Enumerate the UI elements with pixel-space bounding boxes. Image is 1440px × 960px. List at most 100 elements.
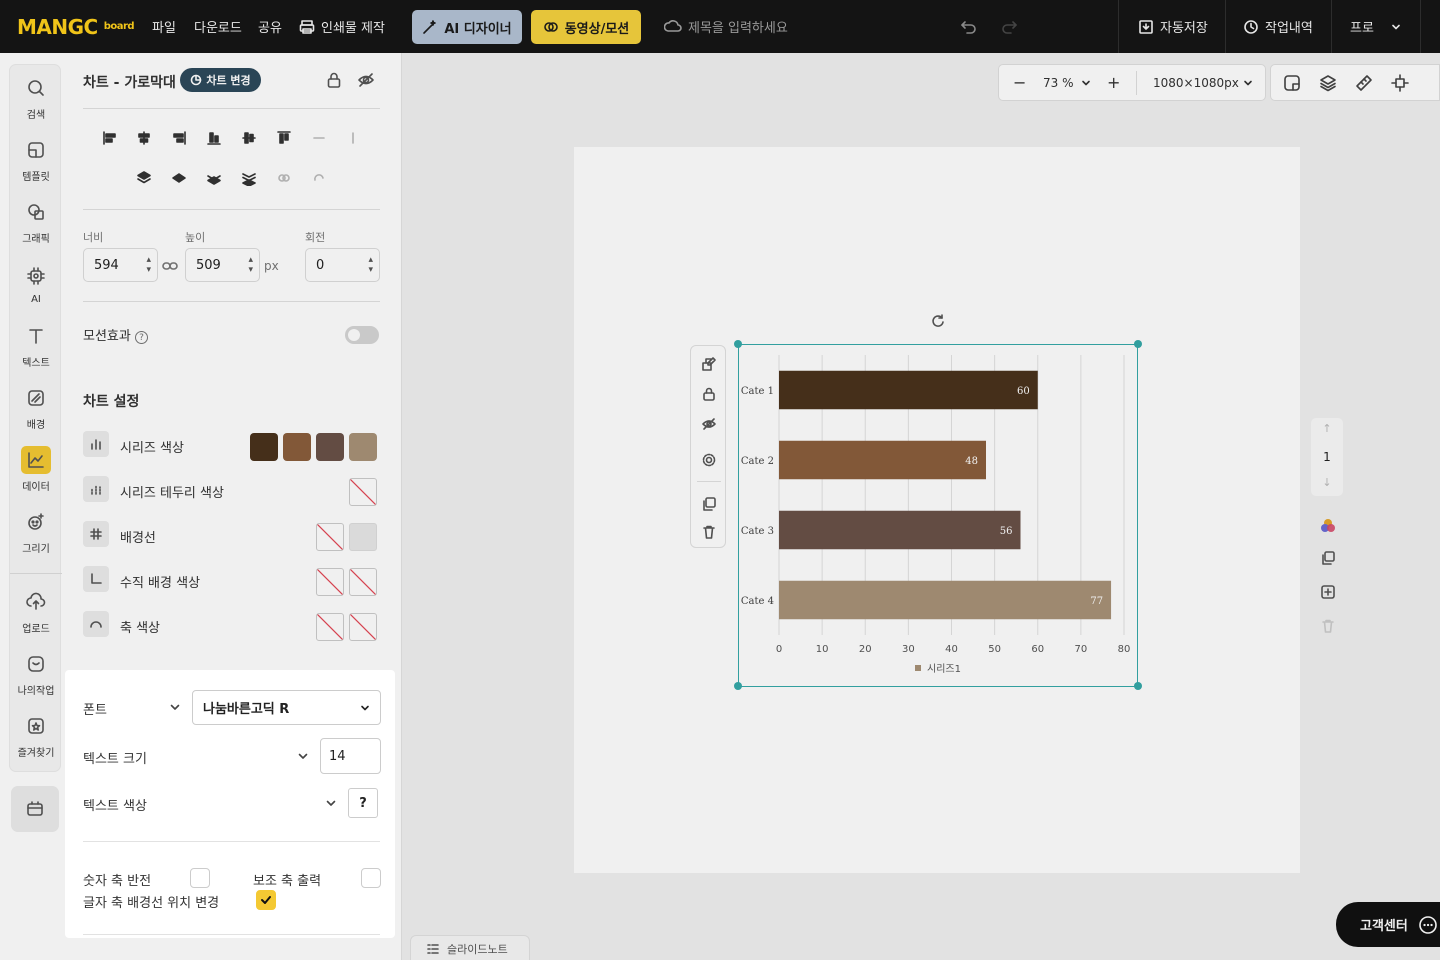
rail-item-data[interactable]: 데이터 (10, 441, 62, 497)
axis-color-swatch-1[interactable] (316, 613, 344, 641)
zoom-in-button[interactable]: + (1107, 73, 1120, 92)
rail-item-ai[interactable]: AI (10, 255, 62, 311)
gridline-swatch-2[interactable] (349, 523, 377, 551)
rail-item-search[interactable]: 검색 (10, 69, 62, 125)
help-icon[interactable]: ? (134, 331, 148, 344)
menu-share[interactable]: 공유 (258, 0, 282, 53)
history-button[interactable]: 작업내역 (1243, 0, 1313, 53)
rail-item-graphic[interactable]: 그래픽 (10, 193, 62, 249)
undo-button[interactable] (960, 0, 978, 53)
autosave-button[interactable]: 자동저장 (1138, 0, 1208, 53)
gridline-swatch-1[interactable] (316, 523, 344, 551)
pro-dropdown[interactable]: 프로 (1350, 0, 1402, 53)
chevron-down-icon[interactable] (1243, 78, 1253, 88)
invert-axis-checkbox[interactable] (190, 868, 210, 888)
ruler-icon[interactable] (1355, 74, 1373, 92)
edit-data-icon[interactable] (699, 354, 719, 374)
axis-color-swatch-2[interactable] (349, 613, 377, 641)
resize-handle[interactable] (734, 340, 742, 348)
align-bottom-icon[interactable] (204, 128, 224, 148)
rotate-handle-icon[interactable] (931, 313, 945, 332)
distribute-h-icon[interactable] (309, 128, 329, 148)
series-swatch-3[interactable] (316, 433, 344, 461)
color-palette-icon[interactable] (1318, 516, 1338, 536)
delete-page-icon[interactable] (1318, 616, 1338, 636)
page-up-icon[interactable]: ↑ (1311, 422, 1343, 435)
resize-handle[interactable] (734, 682, 742, 690)
duplicate-icon[interactable] (699, 494, 719, 514)
rail-item-bookmark[interactable]: 즐겨찾기 (10, 707, 62, 763)
print-button[interactable]: 인쇄물 제작 (299, 0, 385, 53)
eye-off-icon[interactable] (699, 414, 719, 434)
group-icon[interactable] (274, 168, 294, 188)
lock-button[interactable] (325, 71, 343, 93)
change-chart-button[interactable]: 차트 변경 (180, 68, 261, 92)
title-input[interactable]: 제목을 입력하세요 (664, 0, 788, 53)
resize-handle[interactable] (1134, 682, 1142, 690)
copy-page-icon[interactable] (1318, 548, 1338, 568)
video-motion-button[interactable]: 동영상/모션 (531, 10, 641, 44)
rail-item-my-work[interactable]: 나의작업 (10, 645, 62, 701)
series-border-swatch[interactable] (349, 478, 377, 506)
align-left-icon[interactable] (100, 128, 120, 148)
chevron-down-icon[interactable] (169, 701, 181, 713)
stepper-icon[interactable]: ▴ ▾ (146, 255, 151, 275)
rail-extra-button[interactable] (11, 786, 59, 832)
stepper-icon[interactable]: ▴ ▾ (248, 255, 253, 275)
crop-frame-icon[interactable] (1391, 73, 1409, 92)
series-swatch-1[interactable] (250, 433, 278, 461)
sticker-icon[interactable] (1283, 74, 1301, 92)
rail-item-template[interactable]: 템플릿 (10, 131, 62, 187)
rotation-input[interactable]: 0 ▴ ▾ (305, 248, 380, 282)
gridline-position-checkbox[interactable] (256, 890, 276, 910)
series-swatch-4[interactable] (349, 433, 377, 461)
zoom-value[interactable]: 73 % (1043, 76, 1074, 90)
stepper-icon[interactable]: ▴ ▾ (368, 255, 373, 275)
align-right-icon[interactable] (169, 128, 189, 148)
bar-chart[interactable]: 0 10 20 30 40 50 60 70 80 Cate 1 60 Cate 2 48 Cate 3 5… (739, 345, 1139, 688)
text-size-input[interactable]: 14 (320, 738, 381, 774)
bring-forward-icon[interactable] (169, 168, 189, 188)
text-color-swatch[interactable]: ? (348, 788, 378, 818)
align-center-h-icon[interactable] (134, 128, 154, 148)
send-backward-icon[interactable] (204, 168, 224, 188)
distribute-v-icon[interactable] (343, 128, 363, 148)
chevron-down-icon[interactable] (325, 797, 337, 809)
link-ratio-button[interactable] (162, 258, 178, 277)
add-page-icon[interactable] (1318, 582, 1338, 602)
hide-button[interactable] (357, 71, 375, 93)
redo-button[interactable] (1000, 0, 1018, 53)
lock-icon[interactable] (699, 384, 719, 404)
rail-item-background[interactable]: 배경 (10, 379, 62, 435)
bring-to-front-icon[interactable] (134, 168, 154, 188)
slide-note-tab[interactable]: 슬라이드노트 (410, 935, 530, 960)
rail-item-upload[interactable]: 업로드 (10, 583, 62, 639)
motion-toggle[interactable] (345, 326, 379, 344)
gear-icon[interactable] (699, 450, 719, 470)
series-swatch-2[interactable] (283, 433, 311, 461)
chart-selection[interactable]: 0 10 20 30 40 50 60 70 80 Cate 1 60 Cate 2 48 Cate 3 5… (738, 344, 1138, 687)
layers-icon[interactable] (1319, 74, 1337, 92)
resize-handle[interactable] (1134, 340, 1142, 348)
page-down-icon[interactable]: ↓ (1311, 476, 1343, 489)
width-input[interactable]: 594 ▴ ▾ (83, 248, 158, 282)
trash-icon[interactable] (699, 522, 719, 542)
zoom-out-button[interactable]: − (1013, 73, 1026, 92)
height-input[interactable]: 509 ▴ ▾ (185, 248, 260, 282)
chevron-down-icon[interactable] (1081, 78, 1091, 88)
vertical-bg-swatch-1[interactable] (316, 568, 344, 596)
rail-item-text[interactable]: 텍스트 (10, 317, 62, 373)
menu-download[interactable]: 다운로드 (194, 0, 242, 53)
rail-item-draw[interactable]: 그리기 (10, 503, 62, 559)
customer-center-button[interactable]: 고객센터 (1336, 902, 1440, 947)
font-select[interactable]: 나눔바른고딕 R (192, 690, 381, 725)
ungroup-icon[interactable] (309, 168, 329, 188)
menu-file[interactable]: 파일 (152, 0, 176, 53)
secondary-axis-checkbox[interactable] (361, 868, 381, 888)
logo[interactable]: MANGC board (17, 0, 135, 53)
chevron-down-icon[interactable] (297, 750, 309, 762)
canvas-size[interactable]: 1080×1080px (1153, 76, 1239, 90)
vertical-bg-swatch-2[interactable] (349, 568, 377, 596)
ai-designer-button[interactable]: AI 디자이너 (412, 10, 522, 44)
align-top-icon[interactable] (274, 128, 294, 148)
